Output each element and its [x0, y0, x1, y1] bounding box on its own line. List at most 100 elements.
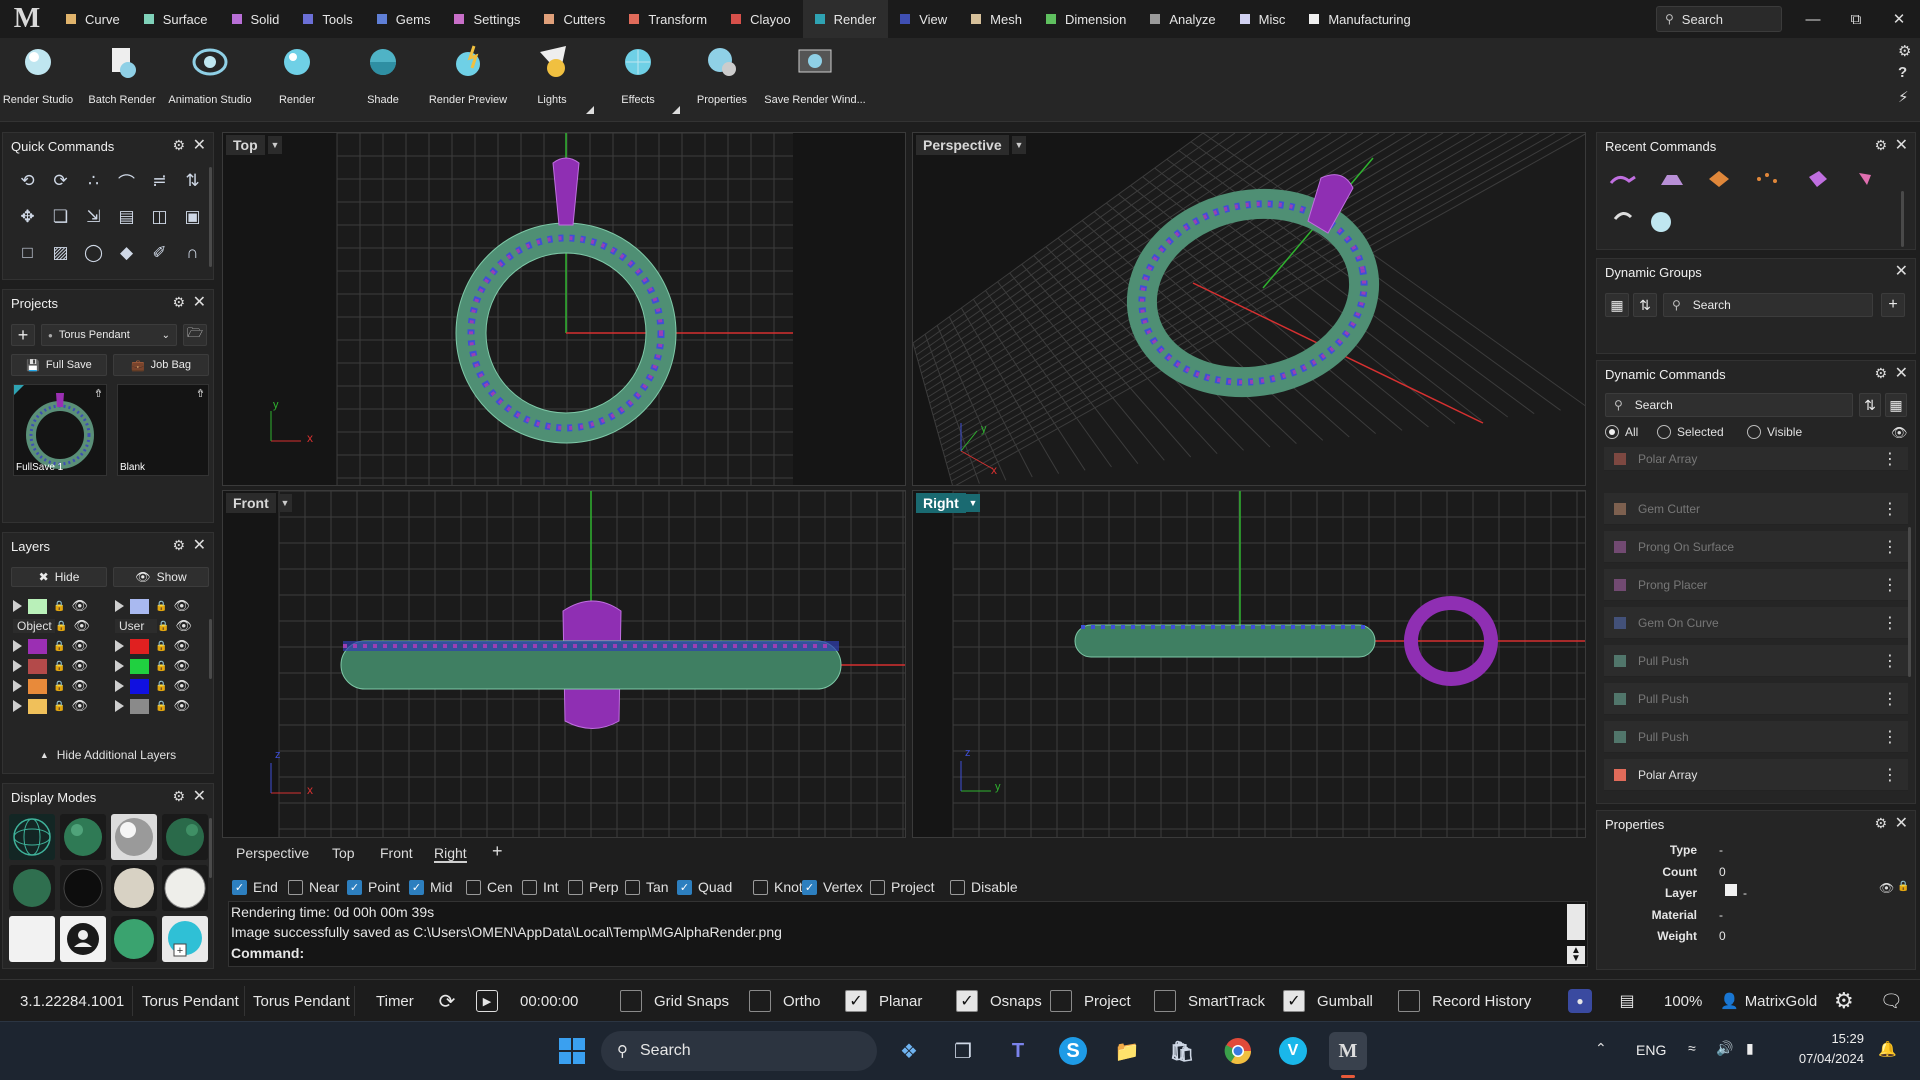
osnap-tan[interactable]: Tan: [625, 879, 669, 895]
checkbox-icon[interactable]: [620, 990, 642, 1012]
close-icon[interactable]: ✕: [1895, 135, 1908, 155]
full-save-button[interactable]: 💾 Full Save: [11, 354, 107, 376]
project-thumbnail[interactable]: Blank ⇮: [117, 384, 209, 476]
calendar-icon[interactable]: ▦: [1605, 293, 1629, 317]
cluster-icon[interactable]: ∴: [77, 163, 110, 199]
viewport-tab-front[interactable]: Front: [380, 845, 413, 861]
layer-row[interactable]: 🔒 👁: [115, 595, 207, 617]
eye-icon[interactable]: 👁: [173, 678, 190, 694]
add-group-button[interactable]: +: [1881, 293, 1905, 317]
dynamic-command-item[interactable]: Prong Placer ⋮: [1604, 569, 1908, 601]
lightning-icon[interactable]: ⚡: [1898, 88, 1909, 106]
layer-row[interactable]: 🔒 👁: [115, 655, 207, 677]
checkbox-icon[interactable]: [950, 879, 965, 895]
restore-icon[interactable]: ⧉: [1841, 6, 1871, 32]
command-input[interactable]: [309, 944, 1565, 964]
battery-icon[interactable]: ▮: [1746, 1040, 1754, 1057]
sort-icon[interactable]: ⇅: [1859, 393, 1881, 417]
close-icon[interactable]: ✕: [193, 135, 206, 155]
mirror-icon[interactable]: ◫: [143, 199, 176, 235]
project-name-label[interactable]: Torus Pendant: [253, 980, 350, 1022]
vimeo-icon[interactable]: V: [1274, 1032, 1312, 1070]
osnap-cen[interactable]: Cen: [466, 879, 513, 895]
volume-icon[interactable]: 🔊: [1716, 1040, 1733, 1057]
osnap-knot[interactable]: Knot: [753, 879, 803, 895]
more-options-icon[interactable]: ⋮: [1882, 575, 1898, 595]
lock-icon[interactable]: 🔒: [1897, 881, 1909, 892]
eye-icon[interactable]: 👁: [71, 638, 88, 654]
settings-gear-icon[interactable]: ⚙: [1834, 980, 1854, 1022]
lock-icon[interactable]: 🔒: [53, 681, 65, 692]
layer-row[interactable]: 🔒 👁: [13, 695, 105, 717]
split-icon[interactable]: ⇅: [176, 163, 209, 199]
help-icon[interactable]: ?: [1898, 64, 1907, 81]
eye-icon[interactable]: 👁: [173, 638, 190, 654]
osnap-point[interactable]: ✓ Point: [347, 879, 400, 895]
dynamic-command-item[interactable]: Gem Cutter ⋮: [1604, 493, 1908, 525]
dynamic-groups-search[interactable]: ⚲ Search: [1663, 293, 1873, 317]
expand-icon[interactable]: [13, 700, 22, 712]
dynamic-command-item[interactable]: Pull Push ⋮: [1604, 683, 1908, 715]
viewport-label-top[interactable]: Top: [226, 135, 265, 155]
layer-row[interactable]: 🔒 👁: [13, 675, 105, 697]
dynamic-command-item[interactable]: Polar Array ⋮: [1604, 759, 1908, 791]
zoom-level[interactable]: 100%: [1664, 980, 1702, 1022]
hide-additional-layers-button[interactable]: ▲ Hide Additional Layers: [3, 745, 213, 765]
dynamic-command-item[interactable]: Prong On Surface ⋮: [1604, 531, 1908, 563]
dynamic-commands-search[interactable]: ⚲ Search: [1605, 393, 1853, 417]
layer-row[interactable]: Object 🔒 👁: [13, 615, 105, 637]
eye-icon[interactable]: 👁: [71, 698, 88, 714]
checkbox-icon[interactable]: ✓: [347, 879, 362, 895]
eye-icon[interactable]: 👁: [71, 658, 88, 674]
top-viewport[interactable]: y x Top ▼: [222, 132, 906, 486]
gear-icon[interactable]: ⚙: [172, 137, 185, 154]
right-viewport[interactable]: y z Right ▼: [912, 490, 1586, 838]
chrome-icon[interactable]: [1219, 1032, 1257, 1070]
save-render-window-button[interactable]: Save Render Wind...: [764, 42, 866, 116]
checkbox-icon[interactable]: ✓: [409, 879, 424, 895]
toggle-smarttrack[interactable]: SmartTrack: [1154, 980, 1265, 1022]
copy-icon[interactable]: ❏: [44, 199, 77, 235]
teams-icon[interactable]: T: [999, 1032, 1037, 1070]
chevron-down-icon[interactable]: ▼: [1012, 136, 1026, 154]
move-icon[interactable]: ✥: [11, 199, 44, 235]
clock-time[interactable]: 15:29: [1794, 1031, 1864, 1046]
user-button[interactable]: 👤 MatrixGold: [1720, 980, 1817, 1022]
menu-tab-mesh[interactable]: Mesh: [959, 0, 1034, 38]
checkbox-icon[interactable]: ✓: [232, 879, 247, 895]
perspective-viewport[interactable]: y x Perspective ▼: [912, 132, 1586, 486]
add-display-mode-icon[interactable]: +: [162, 916, 208, 962]
viewport-tab-right[interactable]: Right: [434, 845, 467, 863]
lock-icon[interactable]: 🔒: [155, 601, 167, 612]
hide-layers-button[interactable]: ✖ Hide: [11, 567, 107, 587]
batch-render-button[interactable]: Batch Render: [82, 42, 162, 116]
scale-icon[interactable]: ⇲: [77, 199, 110, 235]
checkbox-icon[interactable]: [288, 879, 303, 895]
chevron-down-icon[interactable]: ▼: [268, 136, 282, 154]
menu-tab-clayoo[interactable]: Clayoo: [719, 0, 802, 38]
close-icon[interactable]: ✕: [193, 292, 206, 312]
checkbox-icon[interactable]: [466, 879, 481, 895]
boolean-icon[interactable]: ▨: [44, 235, 77, 271]
shade-button[interactable]: Shade: [343, 42, 423, 116]
layer-color-swatch[interactable]: [28, 638, 47, 654]
scrollbar[interactable]: [209, 619, 212, 679]
dynamic-command-item[interactable]: Polar Array ⋮: [1604, 447, 1908, 471]
notification-bell-icon[interactable]: 🔔: [1878, 1040, 1897, 1058]
toggle-grid-snaps[interactable]: Grid Snaps: [620, 980, 729, 1022]
job-bag-button[interactable]: 💼 Job Bag: [113, 354, 209, 376]
effects-button[interactable]: Effects: [598, 42, 678, 116]
layer-row[interactable]: 🔒 👁: [115, 675, 207, 697]
checkbox-icon[interactable]: [1398, 990, 1420, 1012]
osnap-perp[interactable]: Perp: [568, 879, 619, 895]
dynamic-command-item[interactable]: Pull Push ⋮: [1604, 645, 1908, 677]
arc-icon[interactable]: ⌒: [110, 163, 143, 199]
eye-icon[interactable]: 👁: [173, 598, 190, 614]
matrixgold-taskbar-icon[interactable]: M: [1329, 1032, 1367, 1070]
xray-mode-icon[interactable]: [9, 865, 55, 911]
chat-icon[interactable]: 🗨: [1880, 980, 1903, 1022]
lock-icon[interactable]: 🔒: [53, 701, 65, 712]
properties-button[interactable]: Properties: [682, 42, 762, 116]
shaded-green-mode-icon[interactable]: [111, 916, 157, 962]
close-icon[interactable]: ✕: [193, 786, 206, 806]
